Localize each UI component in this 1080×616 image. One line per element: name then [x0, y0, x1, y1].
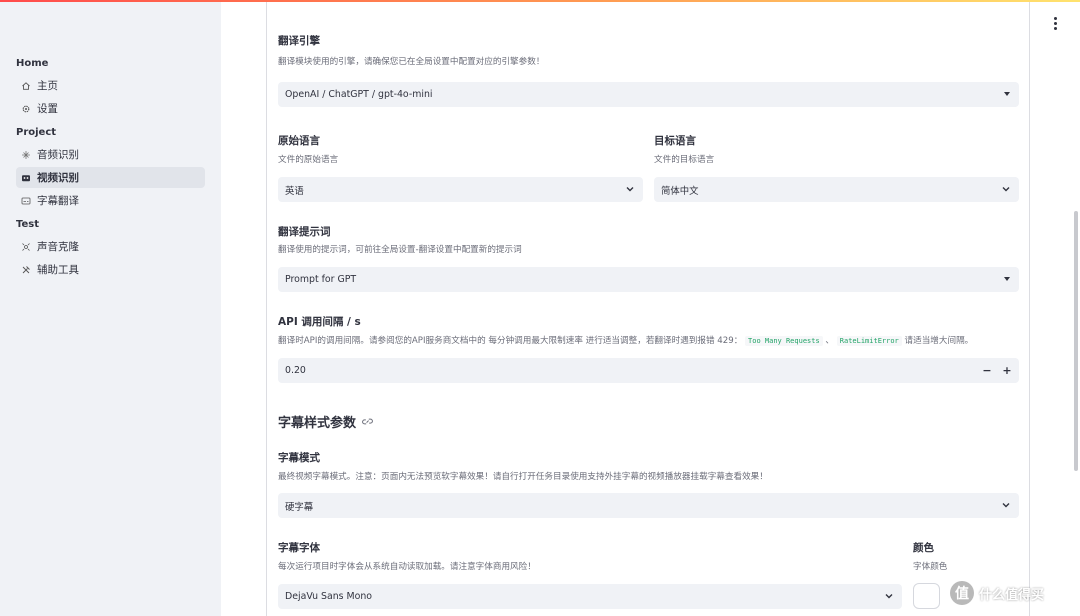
api-interval-label: API 调用间隔 / s — [278, 316, 361, 328]
code-too-many-requests: Too Many Requests — [745, 336, 823, 346]
chevron-down-icon — [626, 187, 634, 192]
engine-value: OpenAI / ChatGPT / gpt-4o-mini — [285, 89, 433, 100]
api-interval-help-suffix: 请适当增大间隔。 — [904, 336, 974, 346]
decrement-button[interactable]: − — [981, 364, 993, 377]
home-icon — [21, 81, 31, 91]
sidebar-item-video-recognition[interactable]: 视频识别 — [16, 167, 205, 188]
prompt-select[interactable]: Prompt for GPT — [278, 267, 1019, 292]
code-separator: 、 — [825, 336, 835, 346]
kebab-menu-icon[interactable] — [1047, 14, 1063, 32]
subtitle-mode-help: 最终视频字幕模式。注意：页面内无法预览软字幕效果！请自行打开任务目录使用支持外挂… — [278, 472, 768, 482]
sidebar-item-label: 设置 — [37, 103, 58, 115]
chevron-down-icon — [1002, 503, 1010, 508]
subtitle-font-help: 每次运行项目时字体会从系统自动读取加载。请注意字体商用风险！ — [278, 562, 536, 572]
increment-button[interactable]: + — [1001, 364, 1013, 377]
source-lang-value: 英语 — [285, 185, 304, 197]
sidebar-item-label: 视频识别 — [37, 172, 79, 184]
sidebar-item-home[interactable]: 主页 — [16, 75, 205, 96]
chevron-down-icon — [1002, 187, 1010, 192]
prompt-label: 翻译提示词 — [278, 226, 331, 238]
sidebar-item-label: 字幕翻译 — [37, 195, 79, 207]
color-label: 颜色 — [913, 542, 934, 554]
subtitle-font-select[interactable]: DejaVu Sans Mono — [278, 584, 902, 609]
engine-select[interactable]: OpenAI / ChatGPT / gpt-4o-mini — [278, 82, 1019, 107]
sidebar-item-settings[interactable]: 设置 — [16, 98, 205, 119]
target-lang-help: 文件的目标语言 — [654, 155, 715, 165]
tools-icon — [21, 265, 31, 275]
subtitle-mode-value: 硬字幕 — [285, 501, 314, 513]
link-icon[interactable] — [361, 415, 374, 428]
api-interval-help: 翻译时API的调用间隔。请参阅您的API服务商文档中的 每分钟调用最大限制速率 … — [278, 334, 973, 346]
color-help: 字体颜色 — [913, 562, 948, 572]
api-interval-value: 0.20 — [285, 365, 306, 376]
watermark-text: 什么值得买 — [979, 587, 1045, 603]
chevron-down-icon — [885, 594, 893, 599]
color-picker[interactable] — [913, 583, 940, 609]
sidebar-item-tools[interactable]: 辅助工具 — [16, 259, 205, 280]
nav-section-test: Test — [16, 219, 40, 230]
audio-icon — [21, 150, 31, 160]
sidebar-item-label: 主页 — [37, 80, 58, 92]
sidebar: Home 主页 设置 Project 音频识别 视频识别 字幕翻译 Test 声… — [0, 0, 221, 616]
sidebar-item-voice-clone[interactable]: 声音克隆 — [16, 236, 205, 257]
subtitle-icon — [21, 196, 31, 206]
nav-section-home: Home — [16, 58, 49, 69]
subtitle-font-value: DejaVu Sans Mono — [285, 591, 373, 602]
video-icon — [21, 173, 31, 183]
code-rate-limit-error: RateLimitError — [836, 336, 902, 346]
engine-help: 翻译模块使用的引擎，请确保您已在全局设置中配置对应的引擎参数！ — [278, 57, 545, 67]
api-interval-help-text: 翻译时API的调用间隔。请参阅您的API服务商文档中的 每分钟调用最大限制速率 … — [278, 336, 743, 346]
source-lang-select[interactable]: 英语 — [278, 177, 643, 202]
source-lang-help: 文件的原始语言 — [278, 155, 339, 165]
subtitle-style-heading: 字幕样式参数 — [278, 412, 374, 431]
target-lang-select[interactable]: 简体中文 — [654, 177, 1019, 202]
prompt-value: Prompt for GPT — [285, 274, 357, 285]
gear-icon — [21, 104, 31, 114]
sidebar-item-audio-recognition[interactable]: 音频识别 — [16, 144, 205, 165]
sidebar-item-label: 音频识别 — [37, 149, 79, 161]
caret-down-icon — [1004, 92, 1010, 96]
source-lang-label: 原始语言 — [278, 135, 320, 147]
subtitle-style-title: 字幕样式参数 — [278, 416, 357, 431]
target-lang-value: 简体中文 — [661, 185, 699, 197]
target-lang-label: 目标语言 — [654, 135, 696, 147]
watermark: 值 什么值得买 — [950, 580, 1044, 606]
subtitle-mode-select[interactable]: 硬字幕 — [278, 493, 1019, 518]
top-accent-bar — [0, 0, 1080, 2]
prompt-help: 翻译使用的提示词，可前往全局设置-翻译设置中配置新的提示词 — [278, 245, 522, 255]
sidebar-item-label: 辅助工具 — [37, 264, 79, 276]
caret-down-icon — [1004, 277, 1010, 281]
engine-label: 翻译引擎 — [278, 35, 320, 47]
subtitle-mode-label: 字幕模式 — [278, 452, 320, 464]
voice-clone-icon — [21, 242, 31, 252]
nav-section-project: Project — [16, 127, 57, 138]
sidebar-item-subtitle-translation[interactable]: 字幕翻译 — [16, 190, 205, 211]
subtitle-font-label: 字幕字体 — [278, 542, 320, 554]
sidebar-item-label: 声音克隆 — [37, 241, 79, 253]
scrollbar[interactable] — [1074, 211, 1078, 471]
api-interval-number-input[interactable]: 0.20 − + — [278, 358, 1019, 383]
watermark-logo: 值 — [950, 581, 974, 605]
